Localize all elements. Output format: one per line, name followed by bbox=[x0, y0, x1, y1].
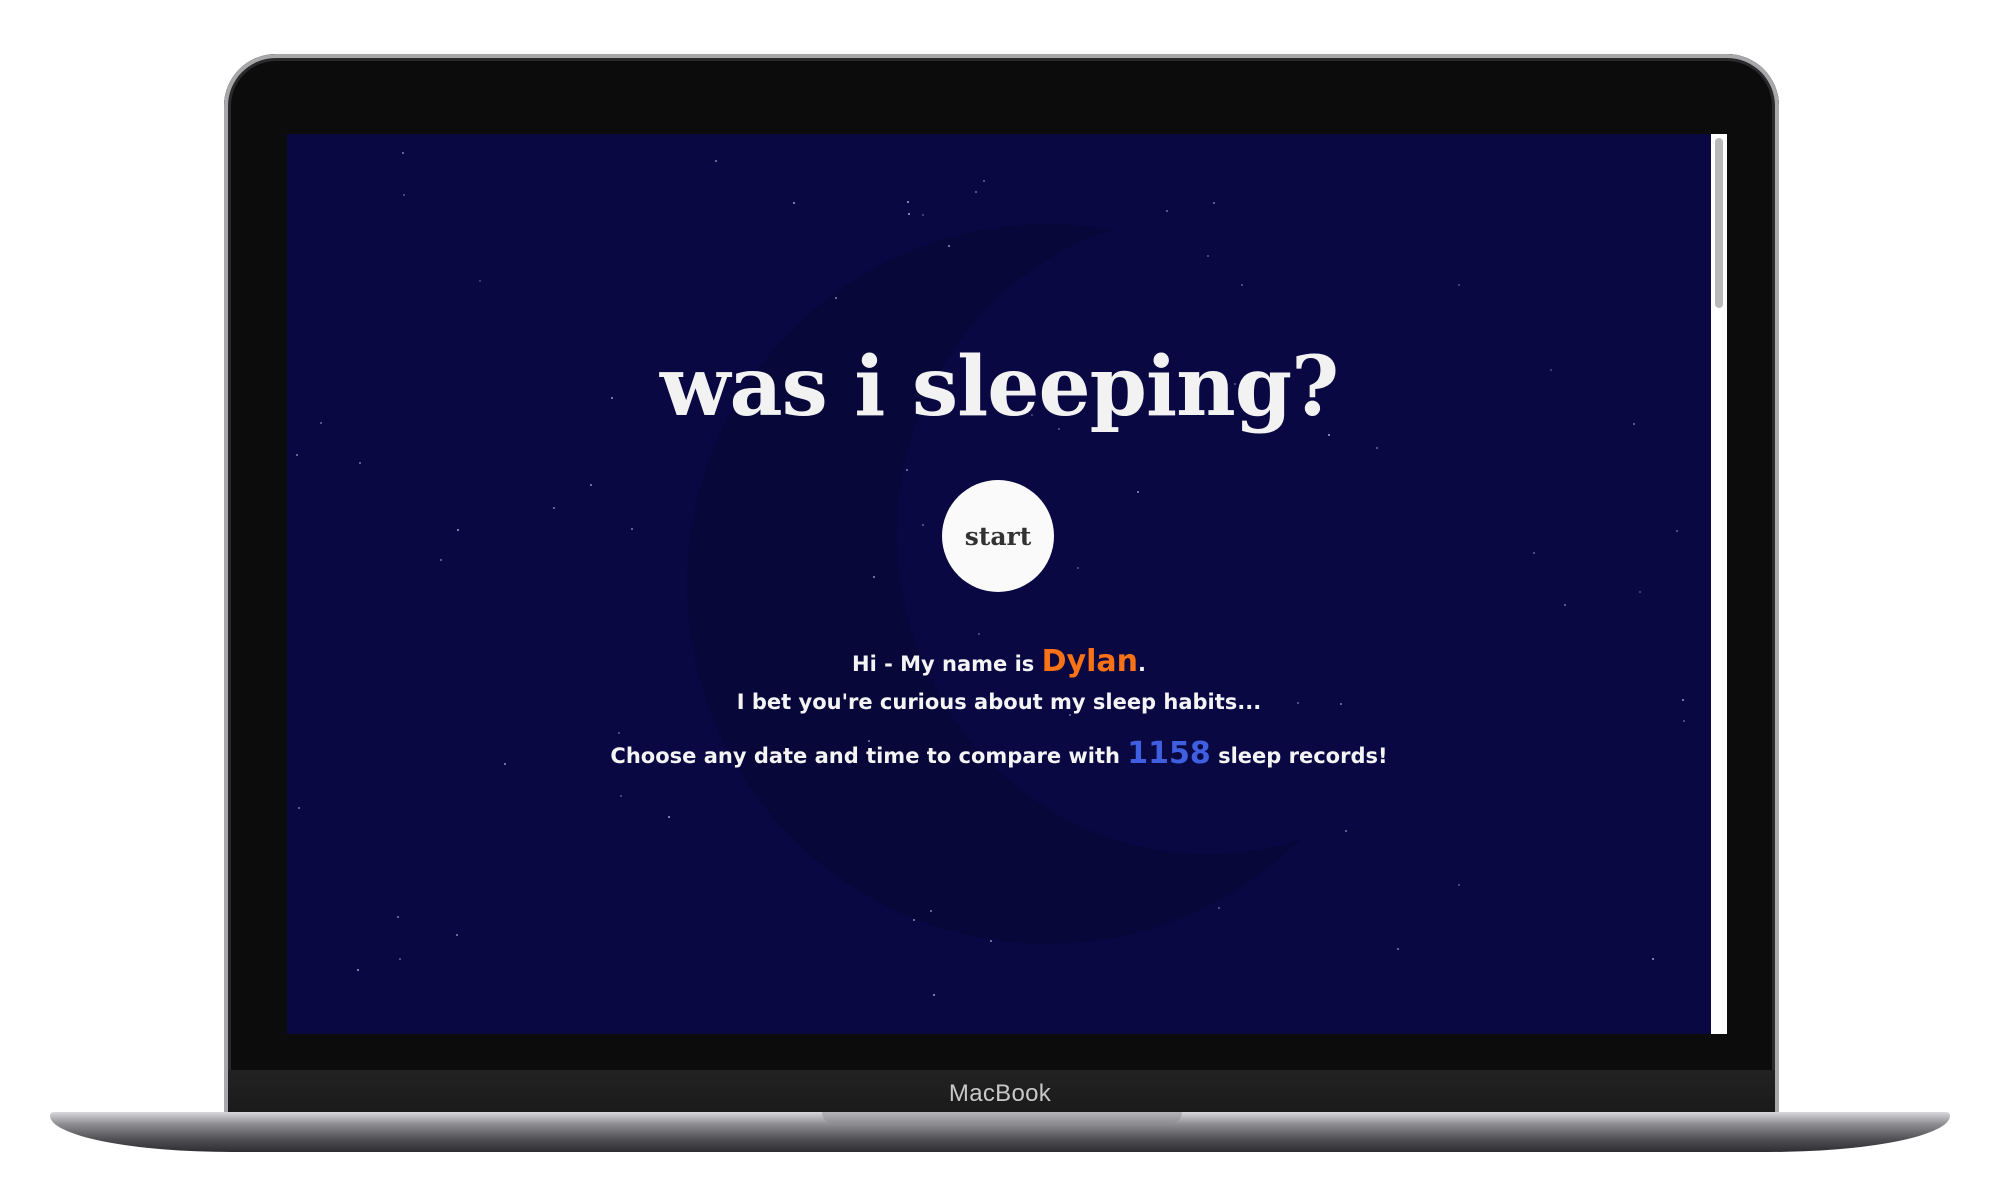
star-dot bbox=[631, 528, 633, 530]
star-dot bbox=[359, 462, 361, 464]
star-dot bbox=[930, 910, 932, 912]
star-dot bbox=[835, 297, 837, 299]
start-button[interactable]: start bbox=[942, 480, 1054, 592]
star-dot bbox=[1345, 830, 1347, 832]
star-dot bbox=[1241, 284, 1243, 286]
star-dot bbox=[793, 202, 795, 204]
brand-label: MacBook bbox=[948, 1080, 1052, 1107]
laptop-notch bbox=[822, 1112, 1182, 1124]
star-dot bbox=[1376, 447, 1378, 449]
star-dot bbox=[1213, 202, 1215, 204]
star-dot bbox=[1207, 255, 1209, 257]
star-dot bbox=[933, 994, 935, 996]
star-dot bbox=[1137, 491, 1139, 493]
star-dot bbox=[298, 807, 300, 809]
star-dot bbox=[590, 484, 592, 486]
star-dot bbox=[1069, 714, 1071, 716]
star-dot bbox=[296, 454, 298, 456]
choose-suffix: sleep records! bbox=[1210, 744, 1388, 768]
star-dot bbox=[978, 633, 980, 635]
star-dot bbox=[908, 213, 910, 215]
star-dot bbox=[1218, 907, 1220, 909]
star-dot bbox=[873, 576, 875, 578]
star-dot bbox=[402, 152, 404, 154]
record-count: 1158 bbox=[1127, 736, 1211, 771]
browser-viewport: was i sleeping? start Hi - My name is Dy… bbox=[287, 134, 1727, 1034]
author-name: Dylan bbox=[1041, 644, 1138, 679]
star-dot bbox=[1397, 948, 1399, 950]
moon-icon bbox=[687, 214, 1517, 944]
greeting-line: Hi - My name is Dylan. bbox=[287, 644, 1711, 679]
star-dot bbox=[1166, 210, 1168, 212]
curious-line: I bet you're curious about my sleep habi… bbox=[736, 690, 1262, 714]
star-dot bbox=[479, 280, 481, 282]
star-dot bbox=[922, 524, 924, 526]
star-dot bbox=[357, 969, 359, 971]
star-dot bbox=[1564, 604, 1566, 606]
star-dot bbox=[399, 958, 401, 960]
star-dot bbox=[457, 529, 459, 531]
star-dot bbox=[913, 919, 915, 921]
star-dot bbox=[553, 507, 555, 509]
star-dot bbox=[1458, 884, 1460, 886]
star-dot bbox=[1683, 720, 1685, 722]
star-dot bbox=[906, 469, 908, 471]
star-dot bbox=[715, 160, 717, 162]
star-dot bbox=[618, 732, 620, 734]
greeting-prefix: Hi - My name is bbox=[852, 652, 1042, 676]
star-dot bbox=[1652, 958, 1654, 960]
greeting-suffix: . bbox=[1137, 652, 1146, 676]
star-dot bbox=[975, 191, 977, 193]
star-dot bbox=[1676, 530, 1678, 532]
scrollbar-thumb[interactable] bbox=[1715, 138, 1723, 308]
star-dot bbox=[397, 916, 399, 918]
star-dot bbox=[440, 559, 442, 561]
star-dot bbox=[922, 214, 924, 216]
star-dot bbox=[668, 816, 670, 818]
star-dot bbox=[1458, 284, 1460, 286]
choose-line: Choose any date and time to compare with… bbox=[287, 736, 1711, 771]
star-dot bbox=[983, 180, 985, 182]
star-dot bbox=[620, 795, 622, 797]
laptop-mockup: was i sleeping? start Hi - My name is Dy… bbox=[0, 0, 2000, 1200]
star-dot bbox=[456, 934, 458, 936]
star-dot bbox=[907, 201, 909, 203]
star-dot bbox=[948, 245, 950, 247]
star-dot bbox=[1533, 552, 1535, 554]
vertical-scrollbar[interactable] bbox=[1711, 134, 1727, 1034]
star-dot bbox=[1639, 591, 1641, 593]
star-dot bbox=[1077, 567, 1079, 569]
star-dot bbox=[403, 194, 405, 196]
page-title: was i sleeping? bbox=[659, 339, 1339, 435]
star-dot bbox=[990, 940, 992, 942]
choose-prefix: Choose any date and time to compare with bbox=[610, 744, 1128, 768]
